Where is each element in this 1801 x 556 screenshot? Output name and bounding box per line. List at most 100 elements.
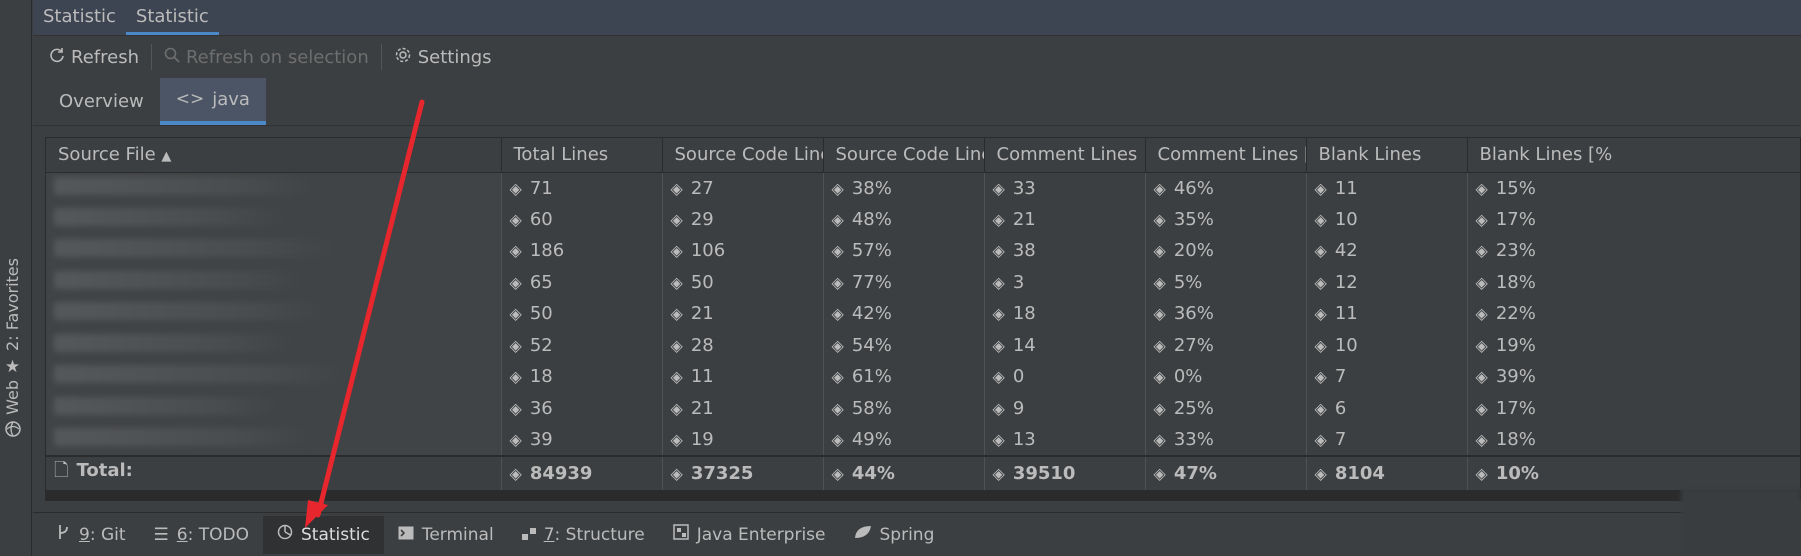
table-row[interactable]: ◈ 186 ◈ 106 ◈ 57% ◈ 38 ◈ 20% ◈ 42 ◈ 23% [46,235,1800,267]
layers-icon: ◈ [1153,335,1166,355]
layers-icon: ◈ [1475,429,1488,449]
cell-value: 6 [1334,397,1347,419]
cell-value: 38% [851,177,892,199]
table-row[interactable]: ◈ 52 ◈ 28 ◈ 54% ◈ 14 ◈ 27% ◈ 10 ◈ 19% [46,329,1800,361]
table-cell: ◈ 5% [1145,266,1307,298]
cell-value: 77% [851,271,892,293]
table-cell: ◈ 23% [1467,235,1800,267]
column-header-source-file[interactable]: Source File ▲ [46,138,502,173]
table-cell: ◈ 42% [823,298,985,330]
layers-icon: ◈ [1314,209,1327,229]
table-row[interactable]: ◈ 18 ◈ 11 ◈ 61% ◈ 0 ◈ 0% ◈ 7 ◈ 39% [46,361,1800,393]
table-cell: ◈ 25% [1145,392,1307,424]
refresh-on-selection-label: Refresh on selection [185,46,369,68]
table-cell: ◈ 57% [823,235,985,267]
terminal-tool-button[interactable]: Terminal [384,516,508,554]
layers-icon: ◈ [509,178,522,198]
table-row[interactable]: ◈ 60 ◈ 29 ◈ 48% ◈ 21 ◈ 35% ◈ 10 ◈ 17% [46,203,1800,235]
table-cell: ◈ 28 [662,329,824,361]
toolbar-separator [380,44,382,70]
column-header-total-lines[interactable]: Total Lines [501,138,663,173]
git-tool-button[interactable]: 9: Git [43,516,140,554]
tab-overview[interactable]: Overview [43,78,160,125]
todo-tool-button[interactable]: ☰ 6: TODO [140,516,263,554]
total-cell: ◈ 44% [823,454,985,490]
layers-icon: ◈ [1153,178,1166,198]
source-file-cell [46,298,502,330]
total-value: 39510 [1012,462,1076,484]
table-cell: ◈ 17% [1467,203,1800,235]
column-header-comment-lines-pct[interactable]: Comment Lines [%] [1145,138,1307,173]
cell-value: 25% [1173,397,1214,419]
list-icon: ☰ [153,524,169,545]
blurred-region [1681,488,1801,556]
column-header-source-code-lines[interactable]: Source Code Lines [662,138,824,173]
cell-value: 10 [1334,208,1358,230]
table-cell: ◈ 36 [501,392,663,424]
table-cell: ◈ 9 [984,392,1146,424]
table-cell: ◈ 21 [662,298,824,330]
layers-icon: ◈ [670,178,683,198]
tab-java[interactable]: <> java [159,78,266,125]
table-cell: ◈ 38% [823,172,985,204]
layers-icon: ◈ [509,429,522,449]
table-row[interactable]: ◈ 36 ◈ 21 ◈ 58% ◈ 9 ◈ 25% ◈ 6 ◈ 17% [46,392,1800,424]
layers-icon: ◈ [992,463,1005,483]
layers-icon: ◈ [509,241,522,261]
column-header-source-code-lines-pct[interactable]: Source Code Lines ... [823,138,985,173]
layers-icon: ◈ [670,272,683,292]
tab-statistic-2[interactable]: Statistic [125,0,219,35]
layers-icon: ◈ [509,367,522,387]
structure-tool-button[interactable]: 7: Structure [508,516,659,554]
table-cell: ◈ 10 [1306,203,1468,235]
column-header-blank-lines-pct[interactable]: Blank Lines [% [1467,138,1800,173]
cell-value: 11 [690,366,714,388]
layers-icon: ◈ [670,398,683,418]
table-cell: ◈ 20% [1145,235,1307,267]
column-header-blank-lines[interactable]: Blank Lines [1306,138,1468,173]
layers-icon: ◈ [1314,335,1327,355]
refresh-button[interactable]: Refresh [43,47,145,68]
cell-value: 15% [1495,177,1536,199]
table-row[interactable]: ◈ 65 ◈ 50 ◈ 77% ◈ 3 ◈ 5% ◈ 12 ◈ 18% [46,266,1800,298]
settings-button[interactable]: Settings [388,46,498,69]
java-enterprise-tool-button[interactable]: Java Enterprise [659,516,840,554]
cell-value: 52 [529,334,553,356]
table-cell: ◈ 18% [1467,424,1800,456]
source-file-cell [46,392,502,424]
table-cell: ◈ 39 [501,424,663,456]
cell-value: 13 [1012,428,1036,450]
statistic-tool-button[interactable]: Statistic [262,515,384,554]
redacted-file-name [54,176,314,195]
layers-icon: ◈ [992,335,1005,355]
cell-value: 0% [1173,366,1203,388]
total-label: Total: [76,460,133,481]
refresh-on-selection-button[interactable]: Refresh on selection [158,47,375,68]
table-cell: ◈ 50 [662,266,824,298]
tab-statistic-1[interactable]: Statistic [33,0,126,35]
cell-value: 18% [1495,271,1536,293]
layers-icon: ◈ [831,398,844,418]
table-row[interactable]: ◈ 50 ◈ 21 ◈ 42% ◈ 18 ◈ 36% ◈ 11 ◈ 22% [46,298,1800,330]
spring-tool-button[interactable]: Spring [840,516,949,554]
redacted-file-name [54,427,309,446]
cell-value: 33 [1012,177,1036,199]
table-cell: ◈ 27 [662,172,824,204]
web-tab[interactable]: Web [3,380,22,442]
globe-icon [4,421,21,442]
language-tabs: Overview <> java [33,78,1801,126]
cell-value: 29 [690,208,714,230]
redacted-file-name [54,396,279,415]
cell-value: 58% [851,397,892,419]
table-cell: ◈ 65 [501,266,663,298]
refresh-label: Refresh [71,46,139,68]
table-row[interactable]: ◈ 71 ◈ 27 ◈ 38% ◈ 33 ◈ 46% ◈ 11 ◈ 15% [46,172,1800,204]
table-cell: ◈ 12 [1306,266,1468,298]
column-header-comment-lines[interactable]: Comment Lines [984,138,1146,173]
favorites-tab[interactable]: 2: Favorites ★ [3,258,22,377]
settings-label: Settings [417,46,492,68]
table-cell: ◈ 61% [823,361,985,393]
table-cell: ◈ 18% [1467,266,1800,298]
table-row[interactable]: ◈ 39 ◈ 19 ◈ 49% ◈ 13 ◈ 33% ◈ 7 ◈ 18% [46,424,1800,456]
spring-label: Spring [879,524,935,545]
